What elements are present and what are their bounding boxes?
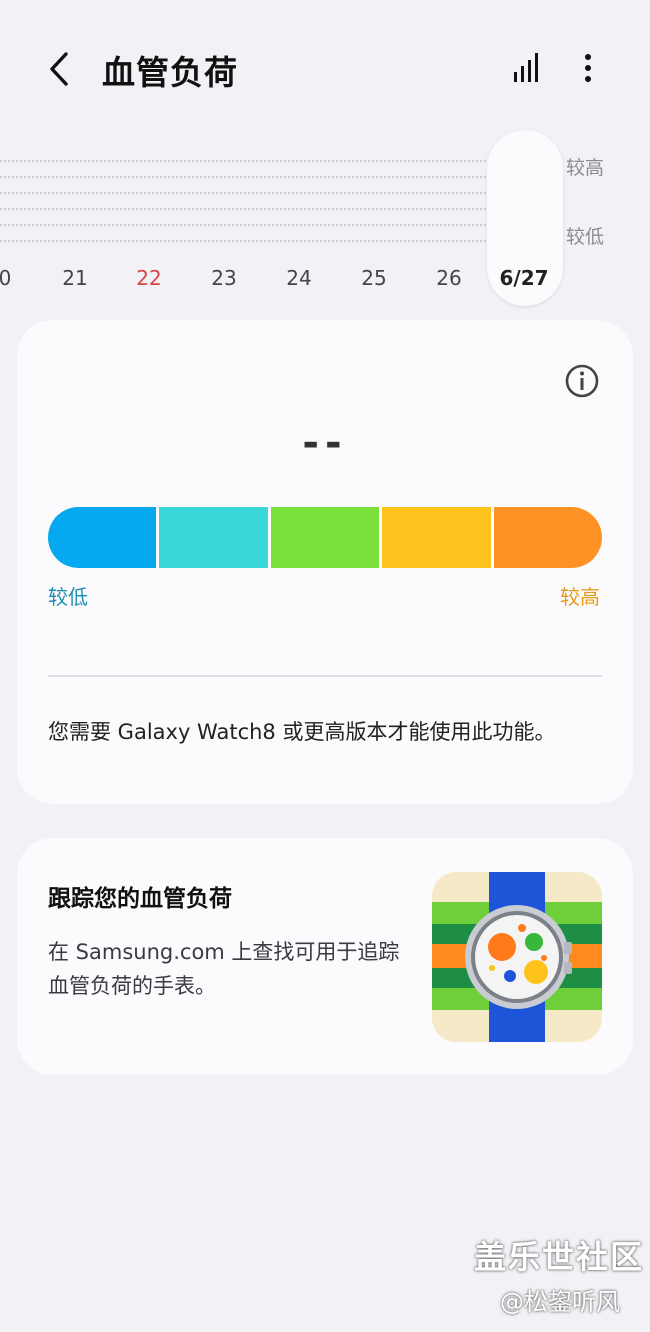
promo-description: 在 Samsung.com 上查找可用于追踪 [48,940,400,964]
vascular-load-value: -- [302,420,348,466]
bar-chart-icon[interactable] [510,50,546,86]
date-tab[interactable]: 0 [0,266,30,290]
back-chevron-left-icon[interactable] [44,48,78,90]
date-tab-selected[interactable]: 6/27 [499,266,549,290]
promo-description: 血管负荷的手表。 [48,974,216,998]
date-tab[interactable]: 23 [199,266,249,290]
date-tab[interactable]: 25 [349,266,399,290]
date-tab[interactable]: 24 [274,266,324,290]
galaxy-watch-image[interactable] [432,872,602,1042]
scale-high-label: 较高 [560,585,600,609]
load-scale-bar [48,507,602,568]
page-title: 血管负荷 [102,53,238,92]
trend-gridline [0,224,490,226]
trend-gridline [0,208,490,210]
trend-high-label: 较高 [566,157,605,179]
promo-title: 跟踪您的血管负荷 [48,886,232,912]
date-tab[interactable]: 26 [424,266,474,290]
trend-gridline [0,240,490,242]
scale-segment [379,507,491,568]
trend-gridline [0,160,490,162]
scale-segment [267,507,380,568]
date-tab[interactable]: 22 [124,266,174,290]
watermark-community: 盖乐世社区 [474,1238,645,1276]
trend-low-label: 较低 [566,226,605,248]
divider [48,675,602,677]
scale-segment [490,507,602,568]
requirement-note: 您需要 Galaxy Watch8 或更高版本才能使用此功能。 [48,720,556,744]
trend-gridline [0,176,490,178]
more-vertical-icon[interactable] [576,50,600,86]
date-tab[interactable]: 21 [50,266,100,290]
trend-gridline [0,192,490,194]
scale-segment [156,507,268,568]
watermark-author: @松鋆听风 [500,1288,620,1316]
scale-segment [48,507,157,568]
scale-low-label: 较低 [48,585,88,609]
info-icon[interactable] [564,363,600,399]
